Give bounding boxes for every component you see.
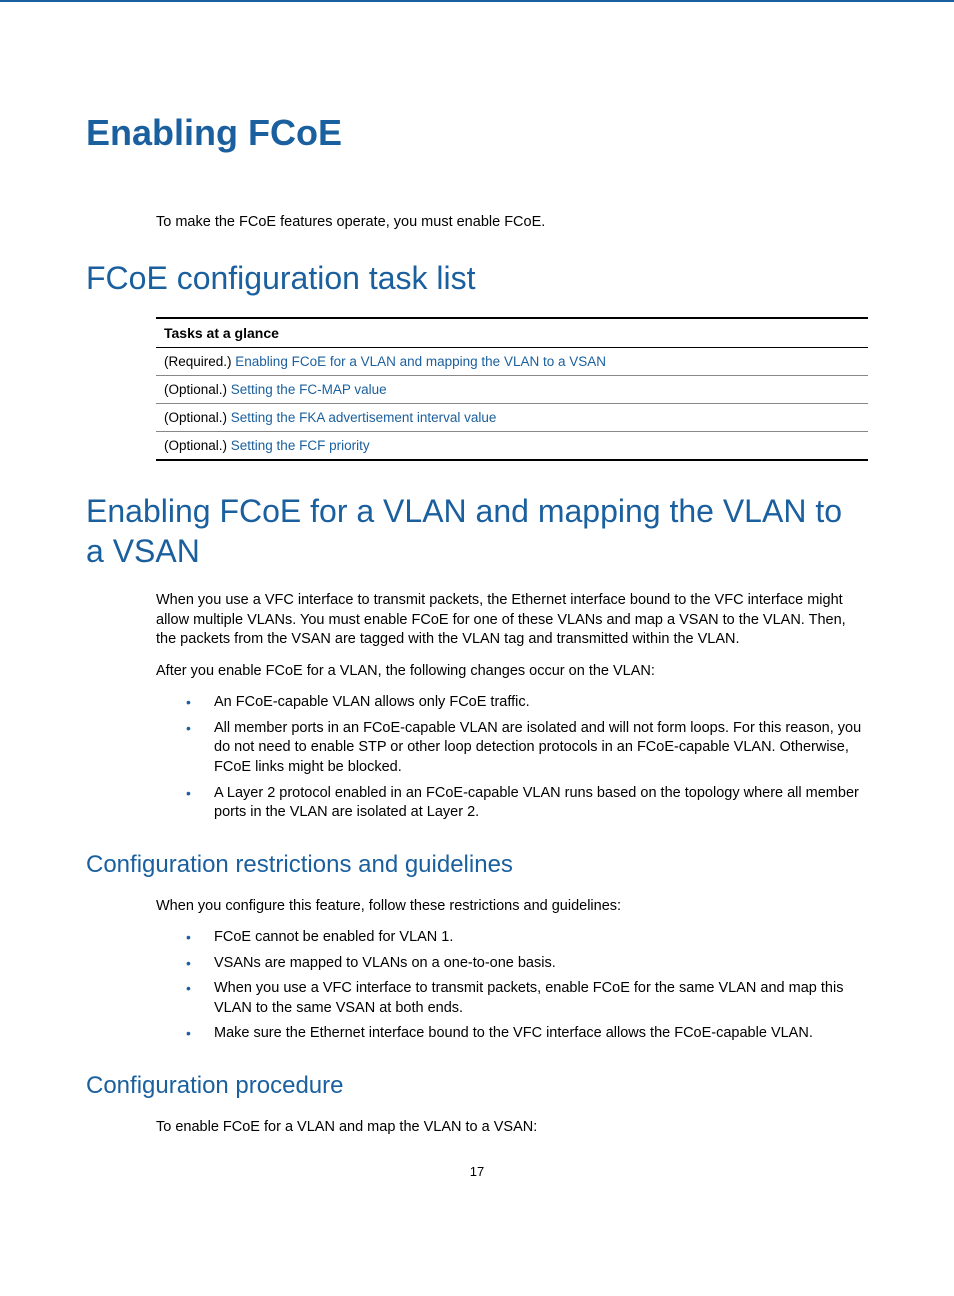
enable-bullets: An FCoE-capable VLAN allows only FCoE tr… (186, 693, 868, 822)
task-label: (Required.) (164, 354, 235, 369)
tasks-table-header: Tasks at a glance (156, 318, 868, 348)
list-item: When you use a VFC interface to transmit… (186, 979, 868, 1018)
restrictions-para: When you configure this feature, follow … (156, 897, 868, 917)
main-title: Enabling FCoE (86, 112, 868, 154)
task-list-heading: FCoE configuration task list (86, 260, 868, 297)
restrictions-bullets: FCoE cannot be enabled for VLAN 1. VSANs… (186, 928, 868, 1044)
table-row: (Optional.) Setting the FCF priority (156, 432, 868, 461)
list-item: Make sure the Ethernet interface bound t… (186, 1024, 868, 1044)
task-label: (Optional.) (164, 382, 231, 397)
task-label: (Optional.) (164, 410, 231, 425)
list-item: VSANs are mapped to VLANs on a one-to-on… (186, 954, 868, 974)
page-number: 17 (86, 1164, 868, 1179)
enable-para1: When you use a VFC interface to transmit… (156, 591, 868, 650)
table-row: (Required.) Enabling FCoE for a VLAN and… (156, 348, 868, 376)
list-item: FCoE cannot be enabled for VLAN 1. (186, 928, 868, 948)
task-link[interactable]: Setting the FC-MAP value (231, 382, 387, 397)
procedure-para: To enable FCoE for a VLAN and map the VL… (156, 1118, 868, 1138)
task-link[interactable]: Enabling FCoE for a VLAN and mapping the… (235, 354, 606, 369)
procedure-heading: Configuration procedure (86, 1072, 868, 1100)
table-row: (Optional.) Setting the FC-MAP value (156, 376, 868, 404)
task-label: (Optional.) (164, 438, 231, 453)
task-link[interactable]: Setting the FKA advertisement interval v… (231, 410, 497, 425)
tasks-table: Tasks at a glance (Required.) Enabling F… (156, 317, 868, 461)
restrictions-heading: Configuration restrictions and guideline… (86, 851, 868, 879)
enable-heading: Enabling FCoE for a VLAN and mapping the… (86, 491, 868, 571)
intro-text: To make the FCoE features operate, you m… (156, 214, 868, 230)
list-item: An FCoE-capable VLAN allows only FCoE tr… (186, 693, 868, 713)
enable-para2: After you enable FCoE for a VLAN, the fo… (156, 662, 868, 682)
page-content: Enabling FCoE To make the FCoE features … (0, 0, 954, 1219)
task-link[interactable]: Setting the FCF priority (231, 438, 370, 453)
list-item: All member ports in an FCoE-capable VLAN… (186, 719, 868, 778)
table-row: (Optional.) Setting the FKA advertisemen… (156, 404, 868, 432)
list-item: A Layer 2 protocol enabled in an FCoE-ca… (186, 784, 868, 823)
